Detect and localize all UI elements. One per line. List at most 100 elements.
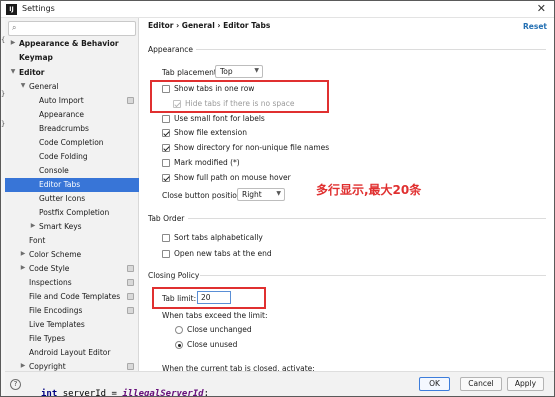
sidebar-item-live-templates[interactable]: Live Templates bbox=[5, 318, 139, 332]
small-font-label: Use small font for labels bbox=[174, 114, 265, 123]
small-font-checkbox[interactable] bbox=[162, 115, 170, 123]
sidebar-item-appearance[interactable]: Appearance bbox=[5, 108, 139, 122]
hide-tabs-no-space-checkbox[interactable] bbox=[173, 100, 181, 108]
sidebar-item-label: File Types bbox=[29, 334, 66, 343]
sidebar-item-file-types[interactable]: File Types bbox=[5, 332, 139, 346]
apply-button[interactable]: Apply bbox=[507, 377, 544, 391]
project-scope-icon bbox=[127, 307, 134, 314]
sort-tabs-alpha-checkbox[interactable] bbox=[162, 234, 170, 242]
section-title-tab-order: Tab Order bbox=[148, 214, 185, 223]
sidebar-item-label: General bbox=[29, 82, 59, 91]
chevron-down-icon[interactable]: ▼ bbox=[19, 82, 27, 89]
settings-search-input[interactable]: ⌕ bbox=[8, 21, 136, 36]
show-directory-checkbox[interactable] bbox=[162, 144, 170, 152]
reset-link[interactable]: Reset bbox=[523, 22, 547, 31]
sidebar-item-label: Code Style bbox=[29, 264, 70, 273]
close-unchanged-label: Close unchanged bbox=[187, 325, 252, 334]
sidebar-item-code-completion[interactable]: Code Completion bbox=[5, 136, 139, 150]
chevron-right-icon[interactable]: ▶ bbox=[19, 362, 27, 369]
sidebar-item-label: Breadcrumbs bbox=[39, 124, 89, 133]
section-divider bbox=[200, 275, 546, 276]
close-button-position-select[interactable]: Right ▼ bbox=[237, 188, 285, 201]
ok-button[interactable]: OK bbox=[419, 377, 450, 391]
project-scope-icon bbox=[127, 363, 134, 370]
code-operator: = bbox=[106, 389, 123, 397]
sidebar-item-label: Font bbox=[29, 236, 46, 245]
section-divider bbox=[188, 218, 546, 219]
sidebar-item-general[interactable]: ▼ General bbox=[5, 80, 139, 94]
sidebar-item-appearance-behavior[interactable]: ▶ Appearance & Behavior bbox=[5, 37, 139, 51]
chevron-right-icon[interactable]: ▶ bbox=[9, 39, 17, 46]
chevron-right-icon[interactable]: ▶ bbox=[29, 222, 37, 229]
settings-window: IJ Settings ✕ { } } ⌕ ▶ Appearance & Beha… bbox=[0, 0, 555, 397]
sidebar-item-label: Appearance bbox=[39, 110, 85, 119]
show-file-extension-checkbox[interactable] bbox=[162, 129, 170, 137]
section-divider bbox=[196, 49, 546, 50]
hide-tabs-no-space-label: Hide tabs if there is no space bbox=[185, 99, 295, 108]
sidebar-item-auto-import[interactable]: Auto Import bbox=[5, 94, 139, 108]
show-tabs-one-row-checkbox[interactable] bbox=[162, 85, 170, 93]
sidebar-item-label: File Encodings bbox=[29, 306, 83, 315]
sidebar-item-code-style[interactable]: ▶ Code Style bbox=[5, 262, 139, 276]
open-new-tabs-end-checkbox[interactable] bbox=[162, 250, 170, 258]
settings-sidebar: ⌕ ▶ Appearance & Behavior Keymap ▼ Editor ▼ Ge… bbox=[5, 18, 139, 371]
sidebar-item-inspections[interactable]: Inspections bbox=[5, 276, 139, 290]
sidebar-item-label: Editor Tabs bbox=[39, 180, 81, 189]
sidebar-item-label: Editor bbox=[19, 68, 45, 77]
sidebar-item-color-scheme[interactable]: ▶ Color Scheme bbox=[5, 248, 139, 262]
sidebar-item-code-folding[interactable]: Code Folding bbox=[5, 150, 139, 164]
sidebar-item-label: Code Completion bbox=[39, 138, 104, 147]
app-icon: IJ bbox=[6, 4, 17, 15]
close-button-position-label: Close button position: bbox=[162, 191, 245, 200]
sidebar-item-file-and-code-templates[interactable]: File and Code Templates bbox=[5, 290, 139, 304]
sidebar-item-label: File and Code Templates bbox=[29, 292, 121, 301]
close-unused-radio[interactable] bbox=[175, 341, 183, 349]
tab-placement-select[interactable]: Top ▼ bbox=[215, 65, 263, 78]
sidebar-item-postfix-completion[interactable]: Postfix Completion bbox=[5, 206, 139, 220]
sidebar-item-label: Postfix Completion bbox=[39, 208, 110, 217]
sidebar-item-label: Code Folding bbox=[39, 152, 88, 161]
cancel-button[interactable]: Cancel bbox=[460, 377, 502, 391]
chevron-down-icon[interactable]: ▼ bbox=[9, 68, 17, 75]
editor-tabs-panel: Editor › General › Editor Tabs Reset App… bbox=[140, 18, 554, 373]
window-title: Settings bbox=[22, 4, 55, 13]
sidebar-item-editor[interactable]: ▼ Editor bbox=[5, 66, 139, 80]
chevron-right-icon[interactable]: ▶ bbox=[19, 264, 27, 271]
sidebar-item-console[interactable]: Console bbox=[5, 164, 139, 178]
full-path-checkbox[interactable] bbox=[162, 174, 170, 182]
sort-tabs-alpha-label: Sort tabs alphabetically bbox=[174, 233, 263, 242]
close-icon[interactable]: ✕ bbox=[537, 2, 546, 15]
sidebar-item-gutter-icons[interactable]: Gutter Icons bbox=[5, 192, 139, 206]
sidebar-item-smart-keys[interactable]: ▶ Smart Keys bbox=[5, 220, 139, 234]
sidebar-item-label: Color Scheme bbox=[29, 250, 82, 259]
show-directory-label: Show directory for non-unique file names bbox=[174, 143, 330, 152]
sidebar-item-label: Console bbox=[39, 166, 69, 175]
sidebar-item-label: Auto Import bbox=[39, 96, 84, 105]
section-title-closing-policy: Closing Policy bbox=[148, 271, 200, 280]
full-path-label: Show full path on mouse hover bbox=[174, 173, 291, 182]
chevron-right-icon[interactable]: ▶ bbox=[19, 250, 27, 257]
sidebar-item-keymap[interactable]: Keymap bbox=[5, 51, 139, 65]
close-unchanged-radio[interactable] bbox=[175, 326, 183, 334]
sidebar-item-file-encodings[interactable]: File Encodings bbox=[5, 304, 139, 318]
section-title-appearance: Appearance bbox=[148, 45, 194, 54]
sidebar-item-breadcrumbs[interactable]: Breadcrumbs bbox=[5, 122, 139, 136]
title-bar: IJ Settings ✕ bbox=[1, 1, 554, 18]
sidebar-item-label: Smart Keys bbox=[39, 222, 82, 231]
help-icon[interactable]: ? bbox=[10, 379, 21, 390]
breadcrumb: Editor › General › Editor Tabs bbox=[148, 21, 271, 30]
code-keyword: int bbox=[41, 389, 58, 397]
sidebar-item-label: Appearance & Behavior bbox=[19, 39, 119, 48]
sidebar-item-label: Gutter Icons bbox=[39, 194, 86, 203]
sidebar-item-editor-tabs[interactable]: Editor Tabs bbox=[5, 178, 139, 192]
code-value: illegalServerId bbox=[122, 389, 204, 397]
tab-limit-input[interactable] bbox=[197, 291, 231, 304]
project-scope-icon bbox=[127, 265, 134, 272]
mark-modified-checkbox[interactable] bbox=[162, 159, 170, 167]
close-button-position-value: Right bbox=[242, 190, 262, 199]
sidebar-item-label: Inspections bbox=[29, 278, 72, 287]
close-unused-label: Close unused bbox=[187, 340, 238, 349]
tab-limit-label: Tab limit: bbox=[162, 294, 197, 303]
sidebar-item-font[interactable]: Font bbox=[5, 234, 139, 248]
sidebar-item-android-layout-editor[interactable]: Android Layout Editor bbox=[5, 346, 139, 360]
